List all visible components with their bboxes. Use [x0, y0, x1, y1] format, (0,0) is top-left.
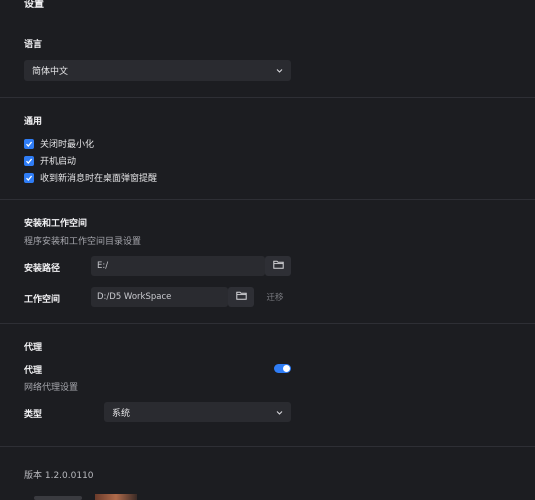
option-launch-on-startup[interactable]: 开机启动 [24, 154, 76, 167]
checkbox-checked-icon[interactable] [24, 138, 34, 149]
proxy-type-select[interactable]: 系统 [104, 402, 291, 422]
proxy-type-label: 类型 [24, 410, 43, 420]
proxy-heading: 代理 [24, 343, 43, 353]
option-label: 关闭时最小化 [40, 140, 95, 150]
clipped-content [34, 496, 82, 500]
folder-icon [235, 291, 247, 303]
workspace-label: 工作空间 [24, 295, 61, 305]
divider [0, 446, 535, 447]
option-label: 收到新消息时在桌面弹窗提醒 [40, 174, 158, 184]
install-heading: 安装和工作空间 [24, 219, 88, 229]
chevron-down-icon [276, 409, 283, 416]
chevron-down-icon [276, 67, 283, 74]
general-heading: 通用 [24, 117, 43, 127]
toggle-knob [283, 365, 290, 372]
migrate-button[interactable]: 迁移 [259, 287, 291, 307]
language-heading: 语言 [24, 40, 43, 50]
proxy-toggle[interactable] [274, 364, 291, 373]
install-path-label: 安装路径 [24, 264, 61, 274]
option-desktop-notification[interactable]: 收到新消息时在桌面弹窗提醒 [24, 171, 157, 184]
language-select-value: 简体中文 [32, 67, 69, 77]
workspace-path-field[interactable]: D:/D5 WorkSpace [91, 287, 228, 307]
folder-icon [272, 260, 284, 272]
divider [0, 97, 535, 98]
version-text: 版本 1.2.0.0110 [24, 471, 94, 481]
option-label: 开机启动 [40, 157, 77, 167]
clipped-image [95, 494, 137, 500]
workspace-browse-button[interactable] [228, 287, 254, 307]
option-minimize-on-close[interactable]: 关闭时最小化 [24, 137, 94, 150]
checkbox-checked-icon[interactable] [24, 172, 34, 183]
workspace-path-value: D:/D5 WorkSpace [97, 292, 172, 302]
install-description: 程序安装和工作空间目录设置 [24, 237, 142, 247]
divider [0, 199, 535, 200]
proxy-description: 网络代理设置 [24, 383, 79, 393]
proxy-type-value: 系统 [112, 408, 131, 419]
divider [0, 323, 535, 324]
proxy-toggle-label: 代理 [24, 366, 43, 376]
language-select[interactable]: 简体中文 [24, 60, 291, 81]
checkbox-checked-icon[interactable] [24, 155, 34, 166]
page-title: 设置 [24, 0, 44, 10]
install-path-field[interactable]: E:/ [91, 256, 265, 276]
install-path-value: E:/ [97, 261, 109, 271]
install-path-browse-button[interactable] [265, 256, 291, 276]
